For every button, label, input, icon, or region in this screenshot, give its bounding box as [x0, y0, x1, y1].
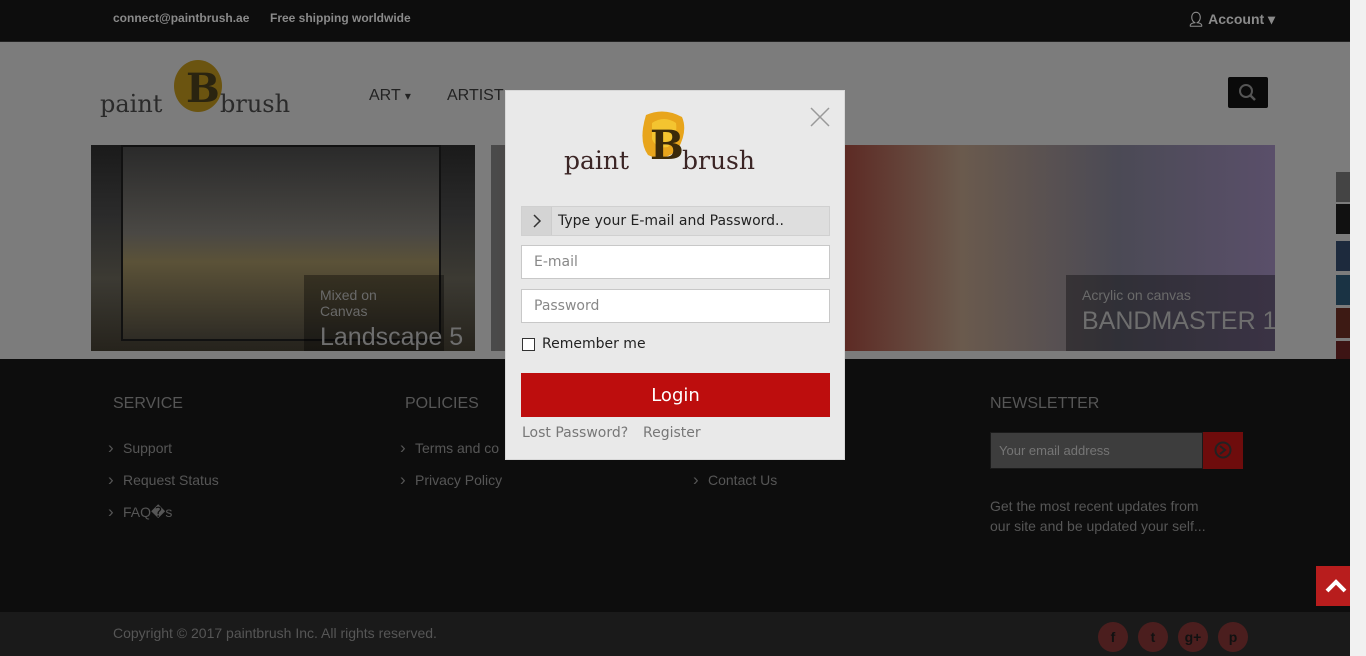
svg-text:brush: brush: [682, 146, 755, 175]
newsletter-submit-button[interactable]: [1203, 432, 1243, 469]
banner-title: BANDMASTER 1: [1082, 307, 1275, 335]
page-scrollbar[interactable]: [1350, 0, 1366, 656]
close-icon: [810, 107, 830, 127]
svg-text:B: B: [186, 65, 220, 112]
side-tab-twitter[interactable]: [1336, 275, 1350, 305]
banner-landscape[interactable]: Mixed on Canvas Landscape 5: [91, 145, 475, 351]
close-button[interactable]: [808, 105, 832, 129]
banner-caption: Mixed on Canvas Landscape 5: [304, 275, 464, 351]
login-hint: Type your E-mail and Password..: [521, 206, 830, 236]
account-menu[interactable]: 👤︎ Account ▾: [1187, 11, 1275, 28]
register-link[interactable]: Register: [643, 425, 701, 441]
side-tab-facebook[interactable]: [1336, 241, 1350, 271]
newsletter-email-input[interactable]: [990, 432, 1203, 469]
banner-caption: Acrylic on canvas BANDMASTER 1: [1066, 275, 1275, 351]
twitter-icon[interactable]: t: [1138, 622, 1168, 652]
remember-label: Remember me: [542, 336, 646, 352]
newsletter-description: Get the most recent updates from our sit…: [990, 498, 1206, 534]
footer-service-title: SERVICE: [113, 395, 183, 412]
login-modal: B paint brush Type your E-mail and Passw…: [505, 90, 845, 460]
banner-title: Landscape 5: [320, 323, 464, 351]
nav-artist[interactable]: ARTIST: [447, 87, 504, 105]
side-tab[interactable]: [1336, 204, 1350, 234]
email-field[interactable]: [521, 245, 830, 279]
contact-email[interactable]: connect@paintbrush.ae: [113, 11, 249, 25]
login-button[interactable]: Login: [521, 373, 830, 417]
footer-link-request-status[interactable]: Request Status: [108, 470, 219, 490]
banner-subtitle: Mixed on Canvas: [320, 287, 377, 319]
search-icon: [1239, 84, 1256, 101]
copyright-text: Copyright © 2017 paintbrush Inc. All rig…: [113, 625, 437, 641]
chevron-right-icon: [522, 207, 552, 235]
top-bar: connect@paintbrush.ae Free shipping worl…: [0, 0, 1350, 42]
remember-me[interactable]: Remember me: [522, 336, 646, 352]
svg-text:brush: brush: [220, 90, 290, 118]
svg-text:paint: paint: [100, 90, 163, 118]
footer-link-contact[interactable]: Contact Us: [693, 470, 777, 490]
footer-newsletter-title: NEWSLETTER: [990, 395, 1100, 412]
login-hint-text: Type your E-mail and Password..: [558, 213, 784, 229]
search-button[interactable]: [1228, 77, 1268, 108]
side-tab-google[interactable]: [1336, 308, 1350, 338]
remember-checkbox[interactable]: [522, 337, 535, 351]
side-tab[interactable]: [1336, 172, 1350, 202]
footer-link-privacy[interactable]: Privacy Policy: [400, 470, 502, 490]
caret-down-icon: ▾: [404, 89, 411, 103]
caret-down-icon: ▾: [1268, 11, 1276, 27]
facebook-icon[interactable]: f: [1098, 622, 1128, 652]
arrow-circle-right-icon: [1214, 441, 1232, 459]
svg-text:paint: paint: [564, 146, 629, 175]
user-icon: 👤︎: [1187, 11, 1205, 27]
banner-subtitle: Acrylic on canvas: [1082, 287, 1191, 303]
footer-bottom-bar: Copyright © 2017 paintbrush Inc. All rig…: [0, 612, 1350, 656]
lost-password-link[interactable]: Lost Password?: [522, 425, 628, 441]
footer-link-faq[interactable]: FAQ�s: [108, 502, 172, 522]
shipping-note: Free shipping worldwide: [270, 11, 411, 25]
password-field[interactable]: [521, 289, 830, 323]
svg-text:B: B: [650, 122, 684, 169]
footer-link-terms[interactable]: Terms and co: [400, 438, 499, 458]
pinterest-icon[interactable]: p: [1218, 622, 1248, 652]
footer-link-support[interactable]: Support: [108, 438, 172, 458]
google-plus-icon[interactable]: g+: [1178, 622, 1208, 652]
footer-policies-title: POLICIES: [405, 395, 479, 412]
modal-logo: B paint brush: [564, 111, 755, 175]
nav-art[interactable]: ART ▾: [369, 87, 411, 105]
site-logo[interactable]: B paint brush: [100, 56, 300, 120]
account-label: Account: [1208, 11, 1265, 27]
